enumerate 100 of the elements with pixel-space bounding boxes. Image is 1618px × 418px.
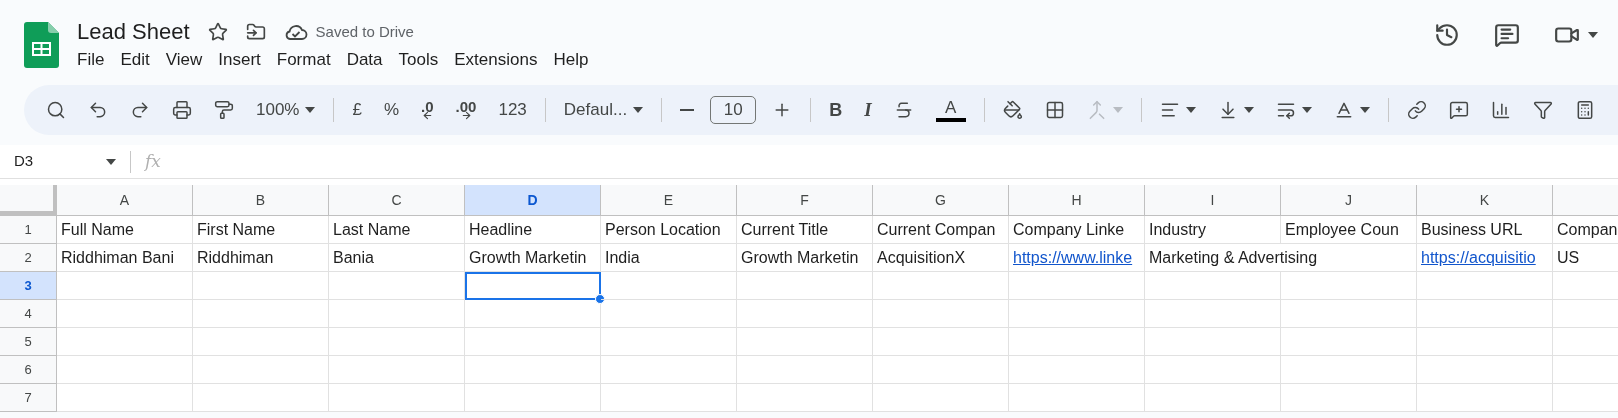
toolbar-button[interactable]: % [373, 93, 410, 127]
cell-link[interactable]: https://www.linke [1013, 249, 1133, 266]
menu-item[interactable]: Insert [212, 48, 267, 72]
row-header[interactable]: 5 [0, 328, 57, 356]
table-cell[interactable] [601, 300, 737, 328]
table-cell[interactable] [873, 300, 1009, 328]
table-cell[interactable]: Business URL [1417, 216, 1553, 244]
font-size-field[interactable]: 10 [710, 96, 757, 124]
menu-item[interactable]: Extensions [448, 48, 544, 72]
fill-handle[interactable] [595, 294, 605, 304]
table-cell[interactable] [329, 272, 465, 300]
table-cell[interactable] [601, 272, 737, 300]
table-cell[interactable] [1145, 300, 1281, 328]
column-header[interactable]: I [1145, 185, 1281, 215]
table-cell[interactable] [1009, 328, 1145, 356]
toolbar-button[interactable]: .0 [411, 93, 444, 127]
table-cell[interactable] [1009, 384, 1145, 412]
table-cell[interactable]: Compan [1553, 216, 1618, 244]
table-cell[interactable] [193, 384, 329, 412]
table-cell[interactable] [329, 328, 465, 356]
row-header[interactable]: 1 [0, 216, 57, 244]
menu-item[interactable]: Data [340, 48, 389, 72]
name-box[interactable]: D3 [0, 150, 130, 173]
column-header[interactable]: J [1281, 185, 1417, 215]
toolbar-button[interactable]: A [925, 93, 976, 127]
table-cell[interactable] [1281, 328, 1417, 356]
table-cell[interactable] [1145, 328, 1281, 356]
column-header[interactable]: E [601, 185, 737, 215]
table-cell[interactable]: Current Compan [873, 216, 1009, 244]
table-cell[interactable] [601, 356, 737, 384]
table-cell[interactable]: India [601, 244, 737, 272]
table-cell[interactable]: Full Name [57, 216, 193, 244]
document-title[interactable]: Lead Sheet [77, 18, 190, 46]
column-header[interactable]: H [1009, 185, 1145, 215]
table-cell[interactable]: US [1553, 244, 1618, 272]
table-cell[interactable] [1145, 272, 1281, 300]
table-cell[interactable] [57, 328, 193, 356]
toolbar-button[interactable]: 123 [488, 93, 537, 127]
menu-item[interactable]: Format [270, 48, 337, 72]
column-header[interactable]: B [193, 185, 329, 215]
table-cell[interactable]: Marketing & Advertising [1145, 244, 1417, 272]
table-cell[interactable] [873, 272, 1009, 300]
table-cell[interactable]: https://www.linke [1009, 244, 1145, 272]
row-header[interactable]: 4 [0, 300, 57, 328]
table-cell[interactable] [193, 328, 329, 356]
table-cell[interactable] [737, 356, 873, 384]
table-cell[interactable] [1417, 384, 1553, 412]
table-cell[interactable] [57, 356, 193, 384]
history-icon[interactable] [1434, 22, 1460, 48]
table-cell[interactable] [601, 328, 737, 356]
table-cell[interactable]: Last Name [329, 216, 465, 244]
table-cell[interactable]: Industry [1145, 216, 1281, 244]
table-cell[interactable] [601, 384, 737, 412]
toolbar-button[interactable]: Defaul... [553, 93, 654, 127]
table-cell[interactable]: AcquisitionX [873, 244, 1009, 272]
table-cell[interactable] [193, 272, 329, 300]
table-cell[interactable]: Bania [329, 244, 465, 272]
table-cell[interactable] [737, 384, 873, 412]
table-cell[interactable] [737, 300, 873, 328]
cell-link[interactable]: https://acquisitio [1421, 249, 1536, 266]
table-cell[interactable] [873, 384, 1009, 412]
row-header[interactable]: 3 [0, 272, 57, 300]
column-header[interactable]: G [873, 185, 1009, 215]
table-cell[interactable] [1417, 356, 1553, 384]
table-cell[interactable]: Employee Coun [1281, 216, 1417, 244]
table-cell[interactable] [329, 384, 465, 412]
table-cell[interactable] [329, 356, 465, 384]
toolbar-button[interactable]: 100% [246, 93, 326, 127]
table-cell[interactable] [465, 328, 601, 356]
toolbar-button[interactable]: I [854, 93, 882, 127]
toolbar-button[interactable]: £ [342, 93, 372, 127]
table-cell[interactable] [737, 328, 873, 356]
table-cell[interactable] [1281, 272, 1417, 300]
menu-item[interactable]: Help [547, 48, 595, 72]
toolbar-button[interactable]: .00 [445, 93, 487, 127]
table-cell[interactable] [465, 356, 601, 384]
table-cell[interactable] [193, 356, 329, 384]
sheets-logo[interactable] [24, 22, 59, 68]
toolbar-button[interactable]: B [819, 93, 853, 127]
menu-item[interactable]: View [159, 48, 209, 72]
column-header[interactable]: C [329, 185, 465, 215]
comments-icon[interactable] [1494, 22, 1520, 48]
menu-item[interactable]: File [71, 48, 111, 72]
table-cell[interactable]: Growth Marketin [737, 244, 873, 272]
table-cell[interactable] [1145, 356, 1281, 384]
table-cell[interactable] [1417, 300, 1553, 328]
table-cell[interactable]: Current Title [737, 216, 873, 244]
column-header[interactable]: A [57, 185, 193, 215]
menu-item[interactable]: Edit [114, 48, 156, 72]
table-cell[interactable] [873, 328, 1009, 356]
table-cell[interactable] [737, 272, 873, 300]
table-cell[interactable] [57, 300, 193, 328]
table-cell[interactable] [1145, 384, 1281, 412]
row-header[interactable]: 2 [0, 244, 57, 272]
table-cell[interactable] [1281, 384, 1417, 412]
table-cell[interactable] [1009, 356, 1145, 384]
table-cell[interactable] [1417, 272, 1553, 300]
table-cell[interactable]: First Name [193, 216, 329, 244]
table-cell[interactable] [57, 384, 193, 412]
column-header[interactable]: D [465, 185, 601, 215]
